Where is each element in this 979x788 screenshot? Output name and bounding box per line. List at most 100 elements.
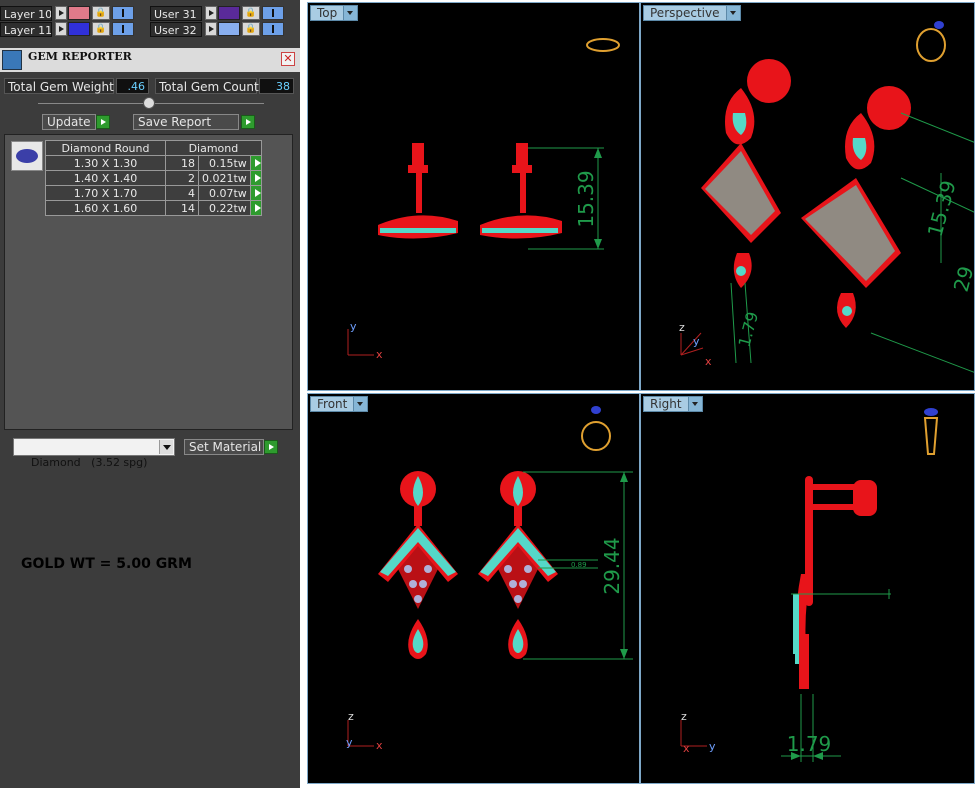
chevron-down-icon[interactable] bbox=[725, 6, 740, 20]
expand-arrow-icon[interactable] bbox=[55, 6, 67, 20]
gem-reporter-title: GEM REPORTER bbox=[28, 50, 132, 63]
viewport-perspective-canvas: 15.39 29 1.79 z y x bbox=[679, 21, 975, 373]
diamond-round-icon[interactable] bbox=[11, 141, 43, 171]
gem-size: 1.30 X 1.30 bbox=[45, 155, 166, 171]
layer-visibility-toggle[interactable] bbox=[112, 22, 134, 36]
ring-navigator-icon[interactable] bbox=[916, 21, 946, 62]
shape-header: Diamond Round bbox=[45, 140, 166, 156]
front-dimension-label: 29.44 bbox=[600, 537, 624, 594]
expand-arrow-icon[interactable] bbox=[205, 22, 217, 36]
viewport-front-tab[interactable]: Front bbox=[310, 396, 369, 412]
chevron-down-icon[interactable] bbox=[353, 397, 368, 411]
ring-navigator-icon[interactable] bbox=[586, 38, 620, 52]
lock-icon[interactable]: 🔒 bbox=[242, 22, 260, 36]
gem-weight: 0.07tw bbox=[198, 185, 251, 201]
gem-count: 2 bbox=[165, 170, 199, 186]
layer-name[interactable]: User 32 bbox=[150, 22, 202, 37]
table-row[interactable]: 1.70 X 1.70 4 0.07tw bbox=[45, 185, 262, 201]
lock-icon[interactable]: 🔒 bbox=[92, 22, 110, 36]
viewport-top[interactable]: 15.39 y x Top bbox=[307, 2, 640, 391]
layer-visibility-toggle[interactable] bbox=[262, 6, 284, 20]
gem-table: Diamond Round Diamond 1.30 X 1.30 18 0.1… bbox=[45, 140, 262, 216]
layer-name[interactable]: Layer 10 bbox=[0, 6, 52, 21]
viewport-top-canvas: 15.39 y x bbox=[347, 38, 620, 361]
row-go-icon[interactable] bbox=[249, 185, 262, 201]
layer-visibility-toggle[interactable] bbox=[262, 22, 284, 36]
gem-count: 4 bbox=[165, 185, 199, 201]
gem-weight: 0.22tw bbox=[198, 200, 251, 216]
layer-color-swatch[interactable] bbox=[218, 6, 240, 20]
earring-model-top-left bbox=[378, 143, 458, 239]
layer-name[interactable]: Layer 11 bbox=[0, 22, 52, 37]
material-header: Diamond bbox=[165, 140, 262, 156]
perspective-dimension-b: 1.79 bbox=[735, 310, 763, 349]
lock-icon[interactable]: 🔒 bbox=[92, 6, 110, 20]
save-report-button[interactable]: Save Report bbox=[133, 114, 239, 130]
layer-row-user-32[interactable]: User 32 🔒 bbox=[150, 22, 290, 38]
layer-row-layer-10[interactable]: Layer 10 🔒 bbox=[0, 6, 145, 22]
set-material-go-icon[interactable] bbox=[264, 440, 278, 454]
gem-reporter-header: GEM REPORTER ✕ bbox=[0, 48, 300, 72]
table-row[interactable]: 1.30 X 1.30 18 0.15tw bbox=[45, 155, 262, 171]
row-go-icon[interactable] bbox=[249, 155, 262, 171]
total-gem-weight-label: Total Gem Weight bbox=[4, 78, 114, 94]
table-row[interactable]: 1.40 X 1.40 2 0.021tw bbox=[45, 170, 262, 186]
layer-color-swatch[interactable] bbox=[68, 22, 90, 36]
chevron-down-icon[interactable] bbox=[159, 440, 173, 454]
axis-z-label: z bbox=[681, 710, 687, 723]
axis-y-label: y bbox=[346, 736, 353, 749]
viewport-top-tab[interactable]: Top bbox=[310, 5, 359, 21]
earring-model-front-right bbox=[478, 471, 558, 659]
viewport-front[interactable]: 29.44 0.89 z y x Front bbox=[307, 393, 640, 784]
total-gem-weight-value: .46 bbox=[116, 78, 149, 94]
gem-size: 1.40 X 1.40 bbox=[45, 170, 166, 186]
left-panel: Layer 10 🔒 Layer 11 🔒 User 31 🔒 User 32 … bbox=[0, 0, 300, 788]
top-dimension-label: 15.39 bbox=[574, 170, 598, 227]
gem-reporter-logo-icon bbox=[2, 50, 22, 70]
update-go-icon[interactable] bbox=[96, 115, 110, 129]
gem-size: 1.70 X 1.70 bbox=[45, 185, 166, 201]
earring-model-front-left bbox=[378, 471, 458, 659]
axis-z-label: z bbox=[679, 321, 685, 334]
save-report-go-icon[interactable] bbox=[241, 115, 255, 129]
lock-icon[interactable]: 🔒 bbox=[242, 6, 260, 20]
collapse-arrow-icon[interactable] bbox=[143, 97, 155, 109]
layer-name[interactable]: User 31 bbox=[150, 6, 202, 21]
row-go-icon[interactable] bbox=[249, 200, 262, 216]
viewport-perspective-tab[interactable]: Perspective bbox=[643, 5, 741, 21]
expand-arrow-icon[interactable] bbox=[55, 22, 67, 36]
ring-navigator-icon[interactable] bbox=[581, 406, 611, 451]
front-small-dimension: 0.89 bbox=[571, 561, 587, 569]
viewport-area: 15.39 y x Top 15.39 29 1.79 z y x Perspe… bbox=[303, 0, 979, 788]
expand-arrow-icon[interactable] bbox=[205, 6, 217, 20]
layer-row-layer-11[interactable]: Layer 11 🔒 bbox=[0, 22, 145, 38]
gold-weight-note: GOLD WT = 5.00 GRM bbox=[21, 556, 192, 572]
layer-color-swatch[interactable] bbox=[68, 6, 90, 20]
chevron-down-icon[interactable] bbox=[343, 6, 358, 20]
layer-visibility-toggle[interactable] bbox=[112, 6, 134, 20]
axis-y-label: y bbox=[693, 335, 700, 348]
viewport-perspective[interactable]: 15.39 29 1.79 z y x Perspective bbox=[640, 2, 975, 391]
layer-color-swatch[interactable] bbox=[218, 22, 240, 36]
perspective-dimension-c: 29 bbox=[949, 263, 975, 294]
chevron-down-icon[interactable] bbox=[687, 397, 702, 411]
viewport-right-tab[interactable]: Right bbox=[643, 396, 703, 412]
close-icon[interactable]: ✕ bbox=[281, 52, 295, 66]
gem-count: 14 bbox=[165, 200, 199, 216]
viewport-right-canvas: 1.79 z x y bbox=[680, 408, 939, 762]
material-select[interactable]: Diamond (3.52 spg) bbox=[13, 438, 175, 469]
pendant-navigator-icon[interactable] bbox=[923, 408, 939, 455]
row-go-icon[interactable] bbox=[249, 170, 262, 186]
table-row[interactable]: 1.60 X 1.60 14 0.22tw bbox=[45, 200, 262, 216]
viewport-top-label: Top bbox=[317, 6, 338, 20]
axis-gizmo: z y x bbox=[346, 710, 383, 752]
viewport-right[interactable]: 1.79 z x y Right bbox=[640, 393, 975, 784]
gem-weight: 0.021tw bbox=[198, 170, 251, 186]
gem-size: 1.60 X 1.60 bbox=[45, 200, 166, 216]
set-material-button[interactable]: Set Material bbox=[184, 439, 264, 455]
earring-model-perspective-left bbox=[701, 59, 791, 288]
layer-row-user-31[interactable]: User 31 🔒 bbox=[150, 6, 290, 22]
gem-count: 18 bbox=[165, 155, 199, 171]
axis-y-label: y bbox=[709, 740, 716, 753]
update-button[interactable]: Update bbox=[42, 114, 96, 130]
